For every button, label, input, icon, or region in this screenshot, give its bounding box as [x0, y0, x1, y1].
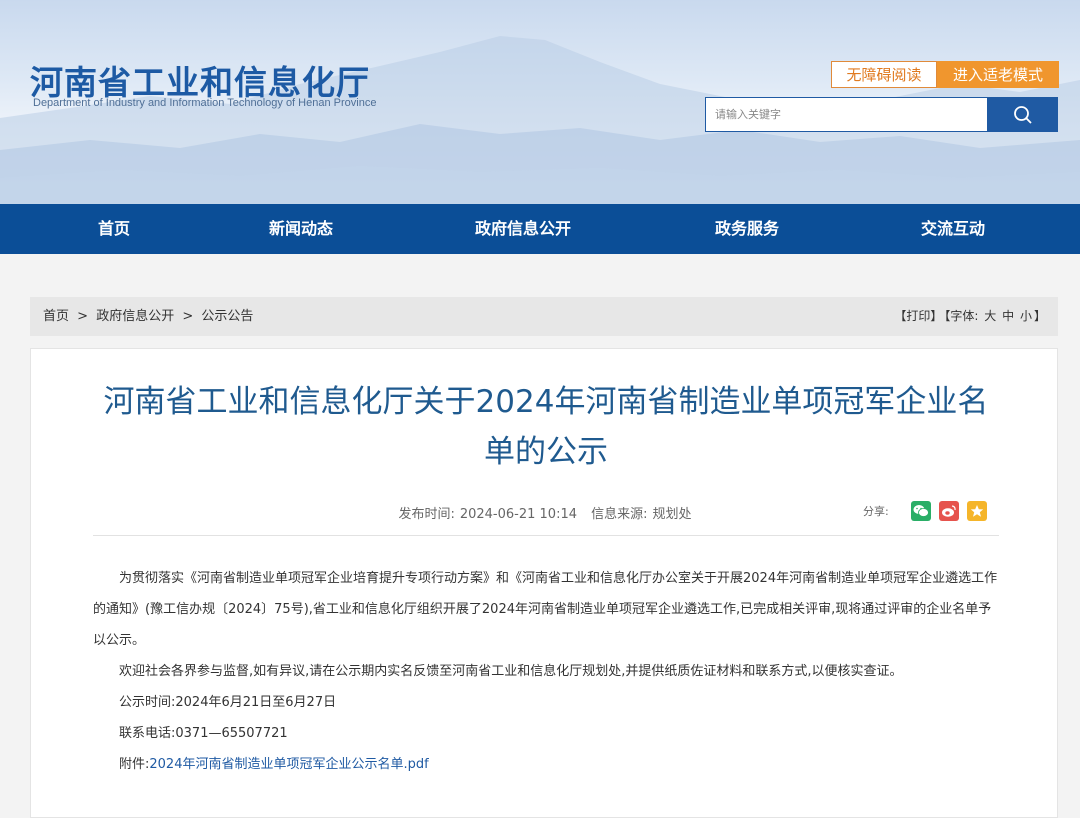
publish-time-label: 发布时间: [398, 507, 455, 522]
accessibility-button[interactable]: 无障碍阅读 [831, 61, 937, 88]
font-size-label: 【字体: [944, 309, 979, 323]
wechat-share-button[interactable] [910, 501, 931, 521]
font-size-medium[interactable]: 中 [1002, 309, 1014, 323]
breadcrumb-home[interactable]: 首页 [43, 309, 69, 324]
favorite-icon [970, 505, 983, 517]
nav-item-home[interactable]: 首页 [98, 204, 130, 254]
breadcrumb-gov-info[interactable]: 政府信息公开 [96, 309, 174, 324]
breadcrumb-separator: > [77, 309, 89, 324]
wechat-icon [913, 505, 929, 517]
divider [93, 535, 999, 536]
breadcrumb-separator: > [182, 309, 194, 324]
breadcrumb-current[interactable]: 公示公告 [201, 309, 253, 324]
font-size-close: 】 [1033, 309, 1046, 323]
elder-mode-button[interactable]: 进入适老模式 [937, 61, 1059, 88]
article-title: 河南省工业和信息化厅关于2024年河南省制造业单项冠军企业名单的公示 [103, 384, 989, 470]
nav-item-gov-info[interactable]: 政府信息公开 [475, 204, 571, 254]
contact-phone: 联系电话:0371—65507721 [119, 726, 288, 741]
attachment-label: 附件: [119, 757, 150, 772]
share-label: 分享: [863, 505, 889, 518]
favorite-share-button[interactable] [966, 501, 987, 521]
search-input[interactable] [705, 97, 987, 132]
attachment-link[interactable]: 2024年河南省制造业单项冠军企业公示名单.pdf [149, 757, 428, 772]
nav-item-interaction[interactable]: 交流互动 [921, 204, 985, 254]
publish-time: 2024-06-21 10:14 [459, 507, 577, 522]
article-tools: 【打印】 【字体: 大 中 小】 [892, 297, 1046, 336]
publicity-period: 公示时间:2024年6月21日至6月27日 [119, 695, 337, 710]
source-value: 规划处 [652, 507, 692, 522]
weibo-share-button[interactable] [938, 501, 959, 521]
search-button[interactable] [987, 97, 1058, 132]
breadcrumb: 首页 > 政府信息公开 > 公示公告 [43, 297, 257, 336]
search-icon [1013, 105, 1032, 124]
article-panel: 河南省工业和信息化厅关于2024年河南省制造业单项冠军企业名单的公示 发布时间:… [30, 348, 1058, 818]
print-button[interactable]: 【打印】 [894, 309, 942, 323]
paragraph: 为贯彻落实《河南省制造业单项冠军企业培育提升专项行动方案》和《河南省工业和信息化… [93, 571, 998, 648]
breadcrumb-bar: 首页 > 政府信息公开 > 公示公告 【打印】 【字体: 大 中 小】 [30, 297, 1058, 336]
font-size-small[interactable]: 小 [1020, 309, 1032, 323]
nav-item-services[interactable]: 政务服务 [715, 204, 779, 254]
header-banner: 河南省工业和信息化厅 Department of Industry and In… [0, 0, 1080, 204]
font-size-large[interactable]: 大 [984, 309, 996, 323]
nav-item-news[interactable]: 新闻动态 [269, 204, 333, 254]
main-nav: 首页 新闻动态 政府信息公开 政务服务 交流互动 [0, 204, 1080, 254]
source-label: 信息来源: [591, 507, 648, 522]
weibo-icon [941, 505, 956, 517]
site-subtitle: Department of Industry and Information T… [33, 97, 377, 109]
attachment-line: 附件:2024年河南省制造业单项冠军企业公示名单.pdf [93, 749, 1003, 780]
mode-buttons: 无障碍阅读 进入适老模式 [831, 61, 1059, 88]
paragraph: 欢迎社会各界参与监督,如有异议,请在公示期内实名反馈至河南省工业和信息化厅规划处… [119, 664, 903, 679]
search-box [705, 97, 1058, 132]
article-body: 为贯彻落实《河南省制造业单项冠军企业培育提升专项行动方案》和《河南省工业和信息化… [93, 563, 1003, 780]
share-bar: 分享: [863, 501, 987, 521]
